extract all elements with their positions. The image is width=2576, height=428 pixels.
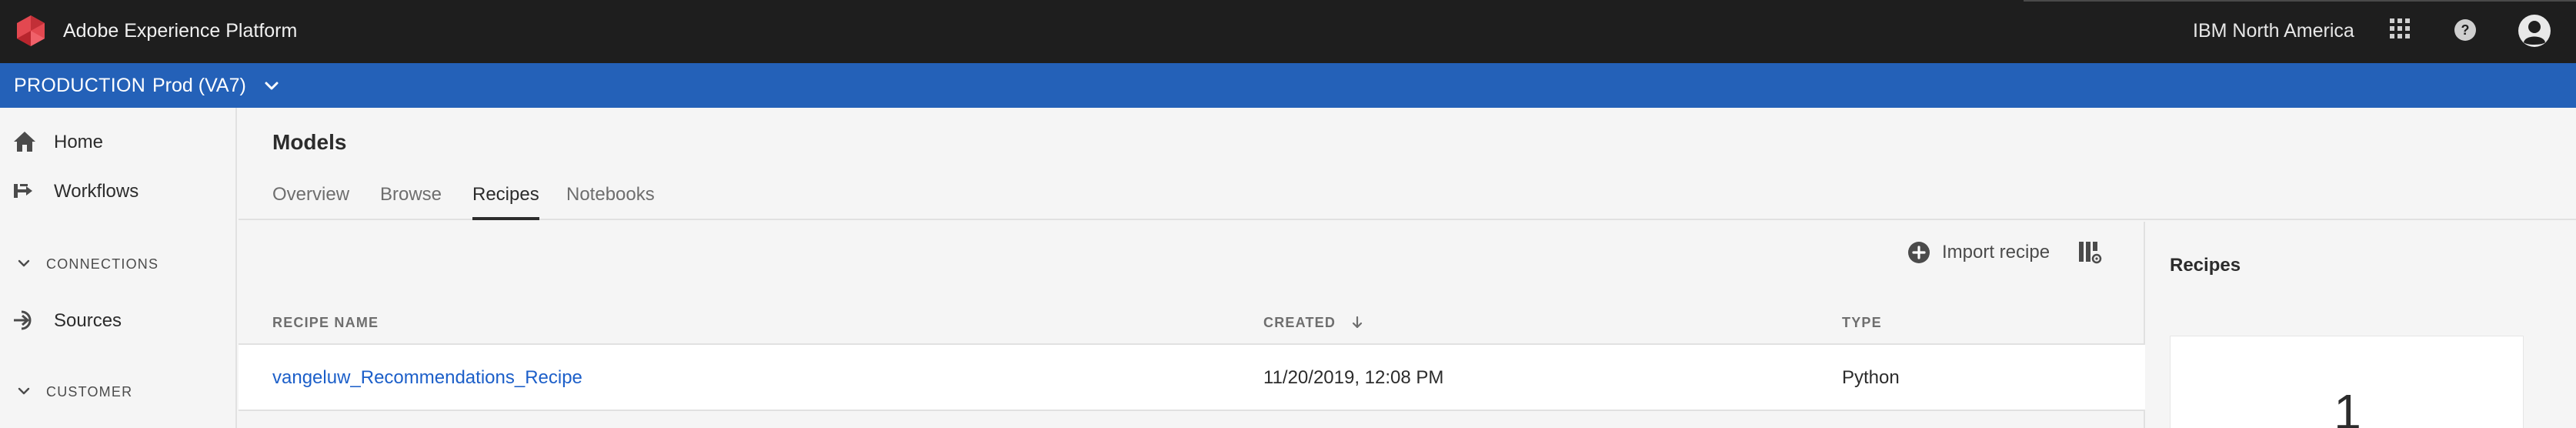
import-recipe-label: Import recipe	[1942, 242, 2050, 262]
rail-title: Recipes	[2170, 255, 2241, 276]
sidebar-group-label: CONNECTIONS	[46, 256, 159, 272]
active-tab-indicator	[472, 217, 539, 220]
recipes-table-panel: Import recipe RECIPE NAME CREATED TYPE v…	[239, 222, 2145, 428]
help-icon[interactable]: ?	[2453, 18, 2478, 42]
apps-grid-icon[interactable]	[2388, 17, 2411, 40]
chevron-down-icon	[18, 259, 30, 267]
sidebar-item-workflows[interactable]: Workflows	[0, 168, 235, 214]
sidebar-item-label: Workflows	[54, 181, 139, 202]
sidebar-item-label: Home	[54, 132, 104, 152]
column-header-label: CREATED	[1263, 315, 1336, 330]
tab-recipes[interactable]: Recipes	[472, 183, 539, 220]
app-title[interactable]: Adobe Experience Platform	[63, 18, 297, 43]
sandbox-environment-label: PRODUCTION	[14, 75, 146, 96]
recipe-created-cell: 11/20/2019, 12:08 PM	[1263, 367, 1444, 388]
chevron-down-icon	[18, 387, 30, 395]
tab-overview[interactable]: Overview	[272, 183, 349, 220]
workflows-icon	[14, 184, 32, 198]
sources-icon	[14, 310, 32, 330]
org-switcher[interactable]: IBM North America	[2193, 18, 2354, 43]
column-settings-icon[interactable]	[2077, 240, 2102, 265]
column-header-recipe-name[interactable]: RECIPE NAME	[272, 314, 379, 331]
user-avatar-icon[interactable]	[2518, 14, 2551, 48]
table-row[interactable]: vangeluw_Recommendations_Recipe 11/20/20…	[239, 343, 2145, 411]
recipe-name-link[interactable]: vangeluw_Recommendations_Recipe	[272, 366, 582, 390]
tab-label: Recipes	[472, 184, 539, 205]
right-rail: Recipes 1	[2147, 222, 2576, 428]
chevron-down-icon[interactable]	[262, 76, 282, 96]
sidebar-group-customer[interactable]: CUSTOMER	[0, 374, 235, 408]
tab-browse[interactable]: Browse	[380, 183, 442, 220]
page-title: Models	[272, 130, 347, 154]
sandbox-bar: PRODUCTION Prod (VA7)	[0, 63, 2576, 108]
tab-label: Overview	[272, 184, 350, 205]
recipe-count-card: 1	[2170, 336, 2524, 428]
sort-descending-icon	[1353, 316, 1363, 329]
column-header-label: TYPE	[1842, 315, 1882, 330]
adobe-logo-icon[interactable]	[14, 14, 48, 48]
sandbox-switcher[interactable]: Prod (VA7)	[152, 74, 246, 97]
recipe-count: 1	[2334, 384, 2361, 428]
sidebar-item-label: Sources	[54, 310, 122, 331]
svg-text:?: ?	[2461, 22, 2470, 38]
left-navigation: Home Workflows CONNECTIONS Sources CUSTO…	[0, 108, 237, 428]
sidebar-group-label: CUSTOMER	[46, 384, 133, 400]
column-header-created[interactable]: CREATED	[1263, 314, 1363, 331]
sidebar-item-home[interactable]: Home	[0, 119, 235, 165]
top-bar-divider	[2024, 0, 2576, 2]
tab-notebooks[interactable]: Notebooks	[566, 183, 655, 220]
column-header-label: RECIPE NAME	[272, 315, 379, 330]
recipe-type-cell: Python	[1842, 367, 1900, 388]
column-header-type[interactable]: TYPE	[1842, 314, 1882, 331]
sidebar-group-connections[interactable]: CONNECTIONS	[0, 246, 235, 280]
tab-label: Browse	[380, 184, 442, 205]
page-header: Models Overview Browse Recipes Notebooks	[239, 108, 2576, 220]
tab-label: Notebooks	[566, 184, 655, 205]
home-icon	[14, 132, 35, 152]
add-circle-icon	[1908, 242, 1930, 263]
top-bar: Adobe Experience Platform IBM North Amer…	[0, 0, 2576, 63]
sidebar-item-sources[interactable]: Sources	[0, 297, 235, 343]
